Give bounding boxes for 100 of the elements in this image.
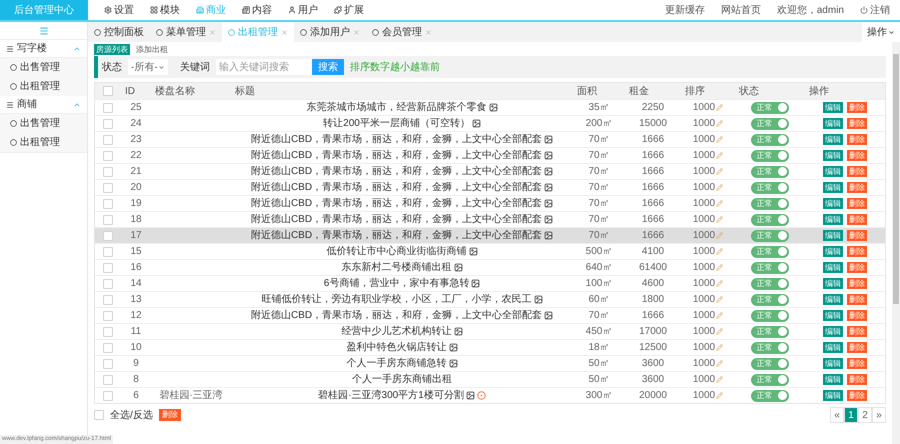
delete-button[interactable]: 删除 bbox=[847, 294, 867, 305]
search-button[interactable]: 搜索 bbox=[312, 59, 344, 75]
pencil-icon[interactable] bbox=[716, 376, 724, 383]
edit-button[interactable]: 编辑 bbox=[823, 342, 843, 353]
edit-button[interactable]: 编辑 bbox=[823, 390, 843, 401]
status-toggle[interactable]: 正常 bbox=[751, 118, 789, 130]
checkbox[interactable] bbox=[103, 278, 113, 288]
pencil-icon[interactable] bbox=[716, 136, 724, 143]
checkbox[interactable] bbox=[103, 198, 113, 208]
pencil-icon[interactable] bbox=[716, 200, 724, 207]
edit-button[interactable]: 编辑 bbox=[823, 278, 843, 289]
checkbox[interactable] bbox=[103, 102, 113, 112]
checkbox[interactable] bbox=[103, 262, 113, 272]
status-toggle[interactable]: 正常 bbox=[751, 278, 789, 290]
pencil-icon[interactable] bbox=[716, 264, 724, 271]
edit-button[interactable]: 编辑 bbox=[823, 310, 843, 321]
edit-button[interactable]: 编辑 bbox=[823, 198, 843, 209]
status-toggle[interactable]: 正常 bbox=[751, 166, 789, 178]
actions-menu[interactable]: 操作 bbox=[862, 22, 900, 42]
edit-button[interactable]: 编辑 bbox=[823, 166, 843, 177]
checkbox[interactable] bbox=[103, 118, 113, 128]
status-toggle[interactable]: 正常 bbox=[751, 182, 789, 194]
sidebar-item[interactable]: 出租管理 bbox=[0, 133, 87, 152]
pencil-icon[interactable] bbox=[716, 392, 724, 399]
close-icon[interactable] bbox=[281, 28, 288, 36]
edit-button[interactable]: 编辑 bbox=[823, 246, 843, 257]
checkbox[interactable] bbox=[103, 326, 113, 336]
delete-button[interactable]: 删除 bbox=[847, 246, 867, 257]
delete-button[interactable]: 删除 bbox=[847, 182, 867, 193]
delete-button[interactable]: 删除 bbox=[847, 150, 867, 161]
page-link[interactable]: 1 bbox=[844, 407, 858, 423]
edit-button[interactable]: 编辑 bbox=[823, 262, 843, 273]
checkbox[interactable] bbox=[103, 246, 113, 256]
delete-button[interactable]: 删除 bbox=[847, 134, 867, 145]
delete-button[interactable]: 删除 bbox=[847, 358, 867, 369]
sidebar-item[interactable]: 出售管理 bbox=[0, 58, 87, 77]
status-toggle[interactable]: 正常 bbox=[751, 230, 789, 242]
checkbox[interactable] bbox=[103, 182, 113, 192]
status-toggle[interactable]: 正常 bbox=[751, 358, 789, 370]
checkbox[interactable] bbox=[103, 150, 113, 160]
checkbox[interactable] bbox=[103, 374, 113, 384]
edit-button[interactable]: 编辑 bbox=[823, 134, 843, 145]
edit-button[interactable]: 编辑 bbox=[823, 294, 843, 305]
checkbox[interactable] bbox=[103, 342, 113, 352]
pencil-icon[interactable] bbox=[716, 184, 724, 191]
edit-button[interactable]: 编辑 bbox=[823, 182, 843, 193]
status-toggle[interactable]: 正常 bbox=[751, 262, 789, 274]
edit-button[interactable]: 编辑 bbox=[823, 102, 843, 113]
pencil-icon[interactable] bbox=[716, 232, 724, 239]
delete-button[interactable]: 删除 bbox=[847, 230, 867, 241]
nav-link[interactable]: 设置 bbox=[104, 2, 134, 18]
pencil-icon[interactable] bbox=[716, 168, 724, 175]
status-toggle[interactable]: 正常 bbox=[751, 102, 789, 114]
pencil-icon[interactable] bbox=[716, 216, 724, 223]
bulk-delete-button[interactable]: 删除 bbox=[158, 409, 181, 421]
delete-button[interactable]: 删除 bbox=[847, 118, 867, 129]
close-icon[interactable] bbox=[425, 28, 432, 36]
edit-button[interactable]: 编辑 bbox=[823, 214, 843, 225]
tab[interactable]: 会员管理 bbox=[366, 22, 438, 42]
status-toggle[interactable]: 正常 bbox=[751, 134, 789, 146]
keyword-input[interactable]: 输入关键词搜索 bbox=[216, 59, 312, 75]
delete-button[interactable]: 删除 bbox=[847, 214, 867, 225]
header-link[interactable]: 网站首页 bbox=[720, 2, 761, 18]
pencil-icon[interactable] bbox=[716, 312, 724, 319]
pencil-icon[interactable] bbox=[716, 152, 724, 159]
header-link[interactable]: 更新缓存 bbox=[664, 2, 705, 18]
status-select[interactable]: -所有- bbox=[128, 59, 168, 75]
subtab[interactable]: 房源列表 bbox=[94, 44, 130, 54]
pencil-icon[interactable] bbox=[716, 344, 724, 351]
close-icon[interactable] bbox=[209, 28, 216, 36]
status-toggle[interactable]: 正常 bbox=[751, 390, 789, 402]
edit-button[interactable]: 编辑 bbox=[823, 118, 843, 129]
pencil-icon[interactable] bbox=[716, 296, 724, 303]
tab[interactable]: 出租管理 bbox=[222, 22, 294, 42]
status-toggle[interactable]: 正常 bbox=[751, 246, 789, 258]
delete-button[interactable]: 删除 bbox=[847, 278, 867, 289]
checkbox[interactable] bbox=[103, 86, 113, 96]
edit-button[interactable]: 编辑 bbox=[823, 230, 843, 241]
edit-button[interactable]: 编辑 bbox=[823, 374, 843, 385]
delete-button[interactable]: 删除 bbox=[847, 390, 867, 401]
checkbox[interactable] bbox=[103, 166, 113, 176]
checkbox[interactable] bbox=[103, 294, 113, 304]
edit-button[interactable]: 编辑 bbox=[823, 150, 843, 161]
tab[interactable]: 控制面板 bbox=[88, 22, 150, 42]
delete-button[interactable]: 删除 bbox=[847, 310, 867, 321]
delete-button[interactable]: 删除 bbox=[847, 326, 867, 337]
page-link[interactable]: « bbox=[830, 407, 844, 423]
delete-button[interactable]: 删除 bbox=[847, 262, 867, 273]
nav-link[interactable]: 内容 bbox=[242, 2, 272, 18]
pencil-icon[interactable] bbox=[716, 120, 724, 127]
delete-button[interactable]: 删除 bbox=[847, 102, 867, 113]
header-link[interactable]: 欢迎您，admin bbox=[776, 2, 844, 18]
status-toggle[interactable]: 正常 bbox=[751, 310, 789, 322]
tab[interactable]: 菜单管理 bbox=[150, 22, 222, 42]
tab[interactable]: 添加用户 bbox=[294, 22, 366, 42]
scrollbar[interactable] bbox=[892, 42, 900, 444]
status-toggle[interactable]: 正常 bbox=[751, 214, 789, 226]
pencil-icon[interactable] bbox=[716, 104, 724, 111]
delete-button[interactable]: 删除 bbox=[847, 342, 867, 353]
checkbox[interactable] bbox=[94, 410, 104, 420]
